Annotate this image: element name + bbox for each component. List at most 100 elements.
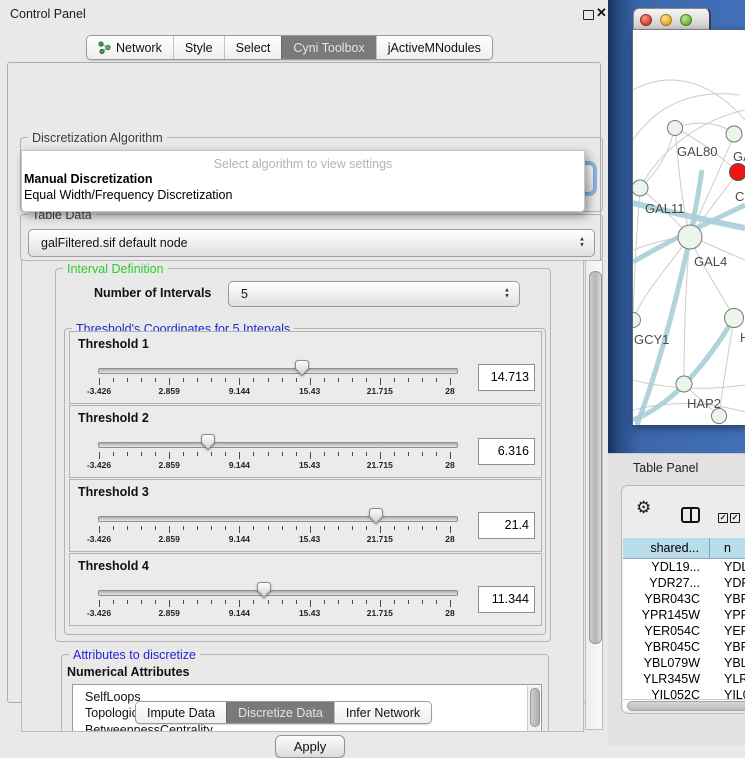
threshold-value-field[interactable]: 21.4 [478, 512, 535, 539]
node[interactable] [668, 121, 683, 136]
checkbox-icon[interactable]: ✓ [718, 513, 728, 523]
table-row[interactable]: YLR345WYLR3 [623, 671, 745, 687]
table-row[interactable]: YBR043CYBR0 [623, 591, 745, 607]
tick-mark [183, 452, 184, 456]
node[interactable] [725, 309, 744, 328]
num-intervals-combo[interactable]: 5 ▲▼ [228, 281, 520, 307]
table-data-combo[interactable]: galFiltered.sif default node ▲▼ [28, 229, 595, 257]
tick-mark [282, 526, 283, 530]
tick-mark [450, 452, 451, 459]
combo-value: 5 [241, 282, 248, 306]
table-row[interactable]: YBL079WYBL0 [623, 655, 745, 671]
checkbox-icon[interactable]: ✓ [730, 513, 740, 523]
tab-style[interactable]: Style [173, 36, 224, 59]
scrollbar-thumb[interactable] [530, 688, 540, 727]
split-columns-icon[interactable] [681, 507, 700, 523]
tab-network[interactable]: Network [87, 36, 173, 59]
scrollbar-thumb[interactable] [589, 271, 602, 644]
slider-thumb[interactable] [368, 507, 384, 525]
column-header[interactable]: shared... [623, 538, 710, 559]
tick-mark [422, 452, 423, 456]
slider-track[interactable] [98, 590, 458, 596]
float-window-icon[interactable] [583, 10, 594, 20]
node[interactable] [633, 313, 641, 328]
threshold-value-field[interactable]: 11.344 [478, 586, 535, 613]
table-panel-title: Table Panel [633, 461, 698, 475]
tick-mark [268, 378, 269, 382]
tick-mark [408, 600, 409, 604]
tick-label: -3.426 [87, 460, 111, 470]
tick-mark [268, 452, 269, 456]
tick-mark [183, 600, 184, 604]
vertical-scrollbar[interactable] [585, 260, 603, 730]
node[interactable] [730, 164, 745, 181]
tick-mark [436, 526, 437, 530]
tick-mark [394, 526, 395, 530]
tick-mark [197, 526, 198, 530]
tab-jactivemnodules[interactable]: jActiveMNodules [376, 36, 492, 59]
table-row[interactable]: YDR27...YDR2 [623, 575, 745, 591]
slider-track[interactable] [98, 368, 458, 374]
tick-label: -3.426 [87, 386, 111, 396]
tab-label: Style [185, 41, 213, 55]
list-scrollbar[interactable] [527, 686, 540, 732]
slider-thumb[interactable] [200, 433, 216, 451]
tick-mark [324, 600, 325, 604]
popup-item[interactable]: Manual Discretization [22, 172, 584, 188]
tick-label: 15.43 [299, 386, 320, 396]
tab-select[interactable]: Select [224, 36, 282, 59]
tick-mark [296, 600, 297, 604]
zoom-traffic-light-icon[interactable] [680, 14, 692, 26]
close-traffic-light-icon[interactable] [640, 14, 652, 26]
table-row[interactable]: YER054CYER0 [623, 623, 745, 639]
minimize-traffic-light-icon[interactable] [660, 14, 672, 26]
table-row[interactable]: YBR045CYBR0 [623, 639, 745, 655]
group-title: Discretization Algorithm [28, 131, 167, 145]
tick-mark [127, 600, 128, 604]
node-label: C [735, 189, 744, 204]
node[interactable] [726, 126, 742, 142]
tick-label: 9.144 [229, 386, 250, 396]
apply-button[interactable]: Apply [275, 735, 345, 758]
tab-label: Select [236, 41, 271, 55]
table-row[interactable]: YIL052CYIL0 [623, 687, 745, 699]
slider-thumb[interactable] [294, 359, 310, 377]
node[interactable] [678, 225, 702, 249]
table-row[interactable]: YPR145WYPR1 [623, 607, 745, 623]
tab-impute-data[interactable]: Impute Data [136, 702, 226, 723]
tab-infer-network[interactable]: Infer Network [334, 702, 431, 723]
node[interactable] [633, 180, 648, 196]
tick-mark [408, 452, 409, 456]
table-row[interactable]: YDL19...YDL1 [623, 559, 745, 575]
gear-icon[interactable]: ⚙ [636, 498, 651, 518]
column-header[interactable]: n [710, 538, 745, 559]
horizontal-scrollbar[interactable] [623, 699, 745, 711]
slider-track[interactable] [98, 442, 458, 448]
node-label: H [740, 330, 745, 345]
tick-mark [113, 600, 114, 604]
algorithm-dropdown-popup: Select algorithm to view settings Manual… [21, 150, 585, 212]
slider-track[interactable] [98, 516, 458, 522]
threshold-value-field[interactable]: 14.713 [478, 364, 535, 391]
node[interactable] [676, 376, 692, 392]
tab-discretize-data[interactable]: Discretize Data [226, 702, 334, 723]
tick-mark [450, 526, 451, 533]
close-icon[interactable]: ✕ [596, 5, 607, 21]
tick-label: 2.859 [159, 608, 180, 618]
threshold-row: Threshold 1 -3.4262.8599.14415.4321.7152… [69, 331, 542, 404]
tick-mark [324, 378, 325, 382]
scrollbar-thumb[interactable] [627, 701, 745, 711]
network-window-titlebar[interactable] [633, 8, 711, 30]
popup-item[interactable]: Equal Width/Frequency Discretization [22, 188, 584, 204]
numerical-attributes-label: Numerical Attributes [67, 665, 189, 679]
slider-thumb[interactable] [256, 581, 272, 599]
tick-mark [338, 600, 339, 604]
tick-mark [366, 378, 367, 382]
network-canvas[interactable]: GAL80 GA C GAL11 GAL4 GCY1 H HAP2 [633, 30, 745, 425]
tick-mark [99, 526, 100, 533]
tick-label: -3.426 [87, 534, 111, 544]
tick-label: 15.43 [299, 534, 320, 544]
threshold-value-field[interactable]: 6.316 [478, 438, 535, 465]
tick-mark [268, 526, 269, 530]
tab-cyni-toolbox[interactable]: Cyni Toolbox [281, 36, 375, 59]
